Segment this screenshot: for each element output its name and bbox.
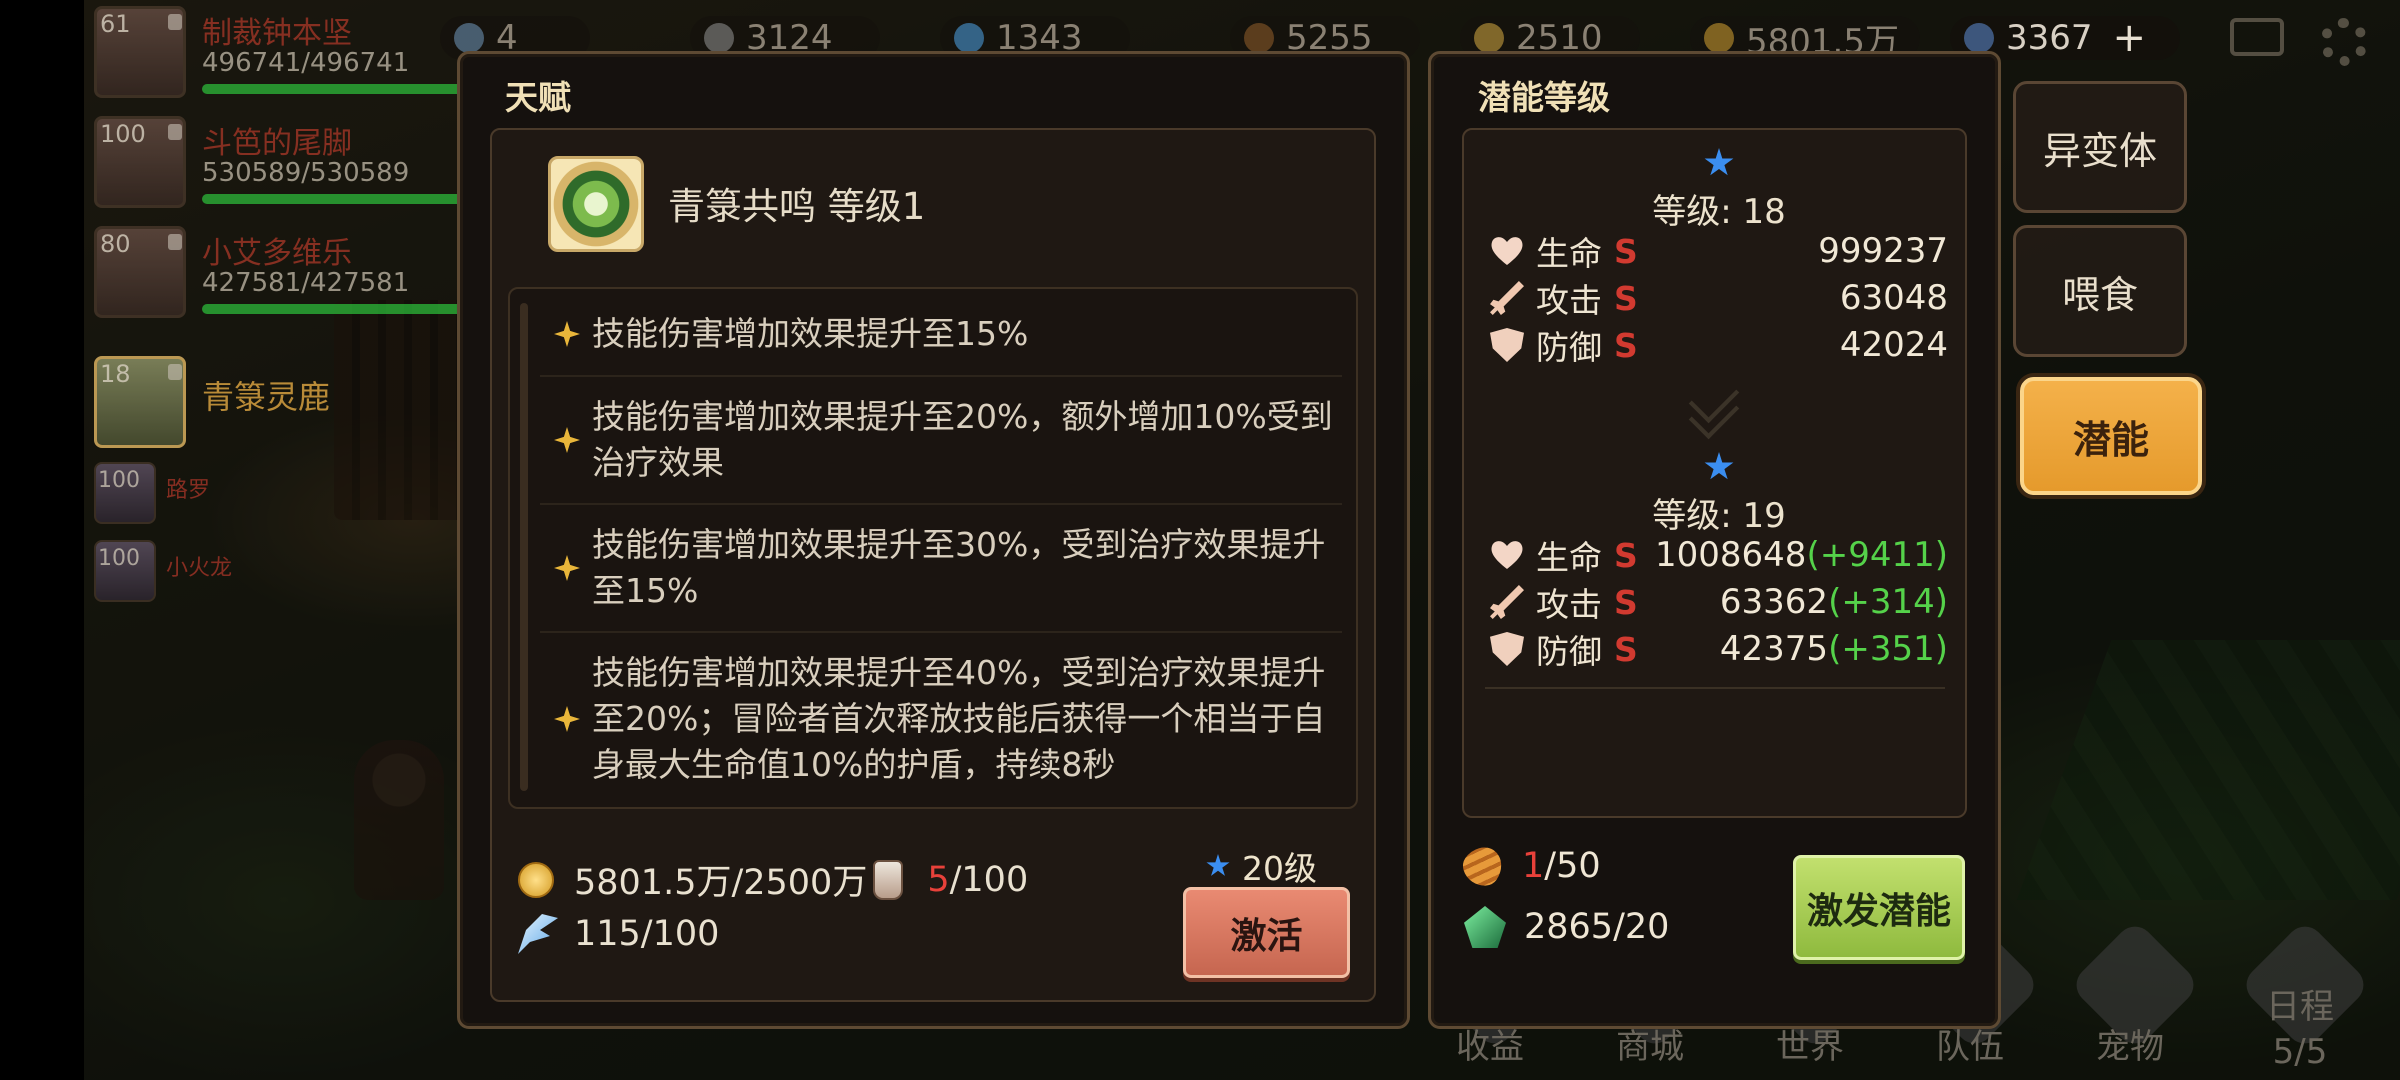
crop-field-decoration: [2016, 640, 2400, 900]
party-member[interactable]: 100 斗笆的尾脚 530589/530589: [90, 110, 462, 220]
adventurer-character: [354, 740, 444, 900]
talent-description-list[interactable]: 技能伤害增加效果提升至15% 技能伤害增加效果提升至20%，额外增加10%受到治…: [508, 287, 1358, 809]
hp-bar: [202, 84, 462, 94]
next-level-stats: 等级: 19 生命 S 1008648(+9411) 攻击 S 63362(+3…: [1490, 452, 1948, 672]
stat-row-hp: 生命 S 1008648(+9411): [1490, 532, 1948, 578]
heart-icon: [1490, 234, 1524, 268]
hp-bar: [202, 304, 462, 314]
party-member[interactable]: 80 小艾多维乐 427581/427581: [90, 220, 462, 330]
star-icon: [1704, 148, 1734, 176]
list-item: 技能伤害增加效果提升至30%，受到治疗效果提升至15%: [540, 505, 1342, 633]
lock-icon: [168, 14, 182, 30]
wing-feather-icon: [518, 914, 558, 954]
seed-cost: 1/50: [1456, 839, 1601, 893]
flask-icon: [454, 23, 484, 53]
party-member[interactable]: 61 制裁钟本坚 496741/496741: [90, 0, 462, 110]
potential-panel-title: 潜能等级: [1478, 78, 1610, 117]
antler-talent-icon: [548, 156, 644, 252]
stat-row-attack: 攻击 S 63362(+314): [1490, 579, 1948, 625]
sparkle-icon: [554, 555, 580, 581]
sparkle-icon: [554, 427, 580, 453]
pet-list-item[interactable]: 100 路罗: [90, 462, 450, 532]
talent-skill-name: 青箓共鸣 等级1: [668, 185, 926, 228]
nav-pets[interactable]: 宠物: [2070, 1019, 2190, 1068]
gold-coin-icon: [1704, 23, 1734, 53]
wing-cost: 115/100: [518, 914, 719, 954]
diamond-icon: [1964, 23, 1994, 53]
lock-icon: [168, 364, 182, 380]
stat-row-defense: 防御 S 42375(+351): [1490, 626, 1948, 672]
pet-list-item[interactable]: 100 小火龙: [90, 540, 450, 610]
tab-feed[interactable]: 喂食: [2013, 225, 2187, 357]
gem-cost: 2865/20: [1464, 906, 1669, 948]
hp-bar: [202, 194, 462, 204]
sparkle-icon: [554, 706, 580, 732]
stat-row-attack: 攻击 S 63048: [1490, 275, 1948, 321]
plus-icon[interactable]: +: [2113, 15, 2147, 61]
list-item: 技能伤害增加效果提升至20%，额外增加10%受到治疗效果: [540, 377, 1342, 505]
stat-row-hp: 生命 S 999237: [1490, 228, 1948, 274]
sword-icon: [1490, 281, 1524, 315]
scrollbar[interactable]: [520, 303, 528, 791]
list-item: 技能伤害增加效果提升至40%，受到治疗效果提升至20%；冒险者首次释放技能后获得…: [540, 633, 1342, 805]
shield-icon: [1490, 328, 1524, 362]
seed-icon: [1456, 839, 1510, 893]
wheat-icon: [1474, 23, 1504, 53]
star-icon: [1704, 452, 1734, 480]
crystal-icon: [954, 23, 984, 53]
mail-icon[interactable]: [2230, 18, 2284, 56]
stat-row-defense: 防御 S 42024: [1490, 322, 1948, 368]
required-level: 20级: [1206, 842, 1317, 890]
activate-button[interactable]: 激活: [1183, 887, 1350, 978]
gem-icon: [1464, 906, 1506, 948]
divider: [1485, 687, 1945, 689]
lock-icon: [168, 124, 182, 140]
heart-icon: [1490, 538, 1524, 572]
talent-panel-title: 天赋: [505, 78, 571, 117]
tab-potential[interactable]: 潜能: [2020, 377, 2202, 495]
gold-coin-icon: [518, 861, 554, 898]
gear-icon[interactable]: [2320, 18, 2368, 66]
gold-cost: 5801.5万/2500万 5/100: [518, 854, 1028, 905]
shield-icon: [1490, 632, 1524, 666]
sword-icon: [1490, 585, 1524, 619]
ore-icon: [704, 23, 734, 53]
selected-pet[interactable]: 18 青箓灵鹿: [90, 350, 450, 450]
current-level-stats: 等级: 18 生命 S 999237 攻击 S 63048 防御 S 42024: [1490, 148, 1948, 368]
tab-mutant[interactable]: 异变体: [2013, 81, 2187, 213]
schedule-count: 5/5: [2272, 1032, 2328, 1072]
potion-icon: [873, 859, 904, 900]
list-item: 技能伤害增加效果提升至15%: [540, 293, 1342, 377]
sparkle-icon: [554, 321, 580, 347]
nav-schedule[interactable]: 日程: [2240, 979, 2360, 1028]
awaken-potential-button[interactable]: 激发潜能: [1793, 855, 1965, 960]
star-icon: [1206, 854, 1230, 876]
wood-icon: [1244, 23, 1274, 53]
lock-icon: [168, 234, 182, 250]
